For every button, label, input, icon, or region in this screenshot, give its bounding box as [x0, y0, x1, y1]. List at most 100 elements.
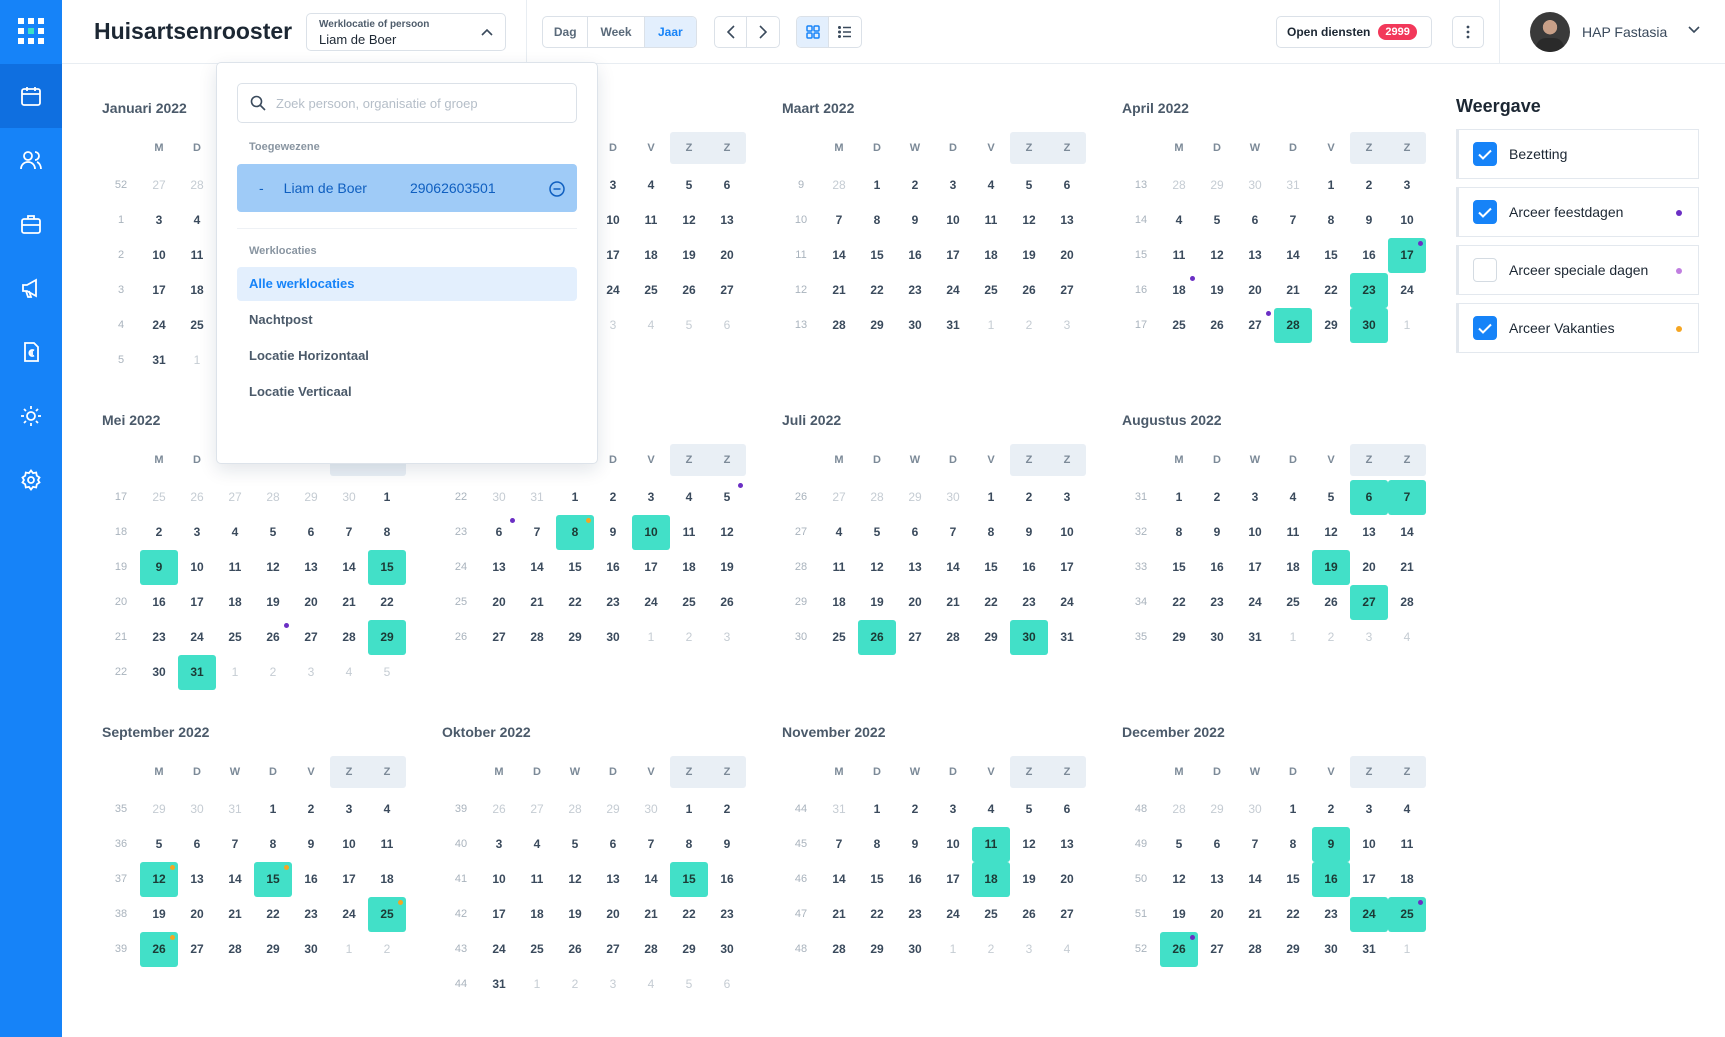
day-cell[interactable]: 3 [1350, 620, 1388, 655]
day-cell[interactable]: 1 [518, 967, 556, 1002]
day-cell[interactable]: 22 [858, 273, 896, 308]
day-cell[interactable]: 27 [594, 932, 632, 967]
day-cell[interactable]: 1 [858, 168, 896, 203]
day-cell[interactable]: 1 [1274, 792, 1312, 827]
day-cell[interactable]: 29 [1312, 308, 1350, 343]
day-cell[interactable]: 19 [670, 238, 708, 273]
day-cell[interactable]: 20 [292, 585, 330, 620]
day-cell[interactable]: 7 [1236, 827, 1274, 862]
day-cell[interactable]: 20 [480, 585, 518, 620]
day-cell[interactable]: 13 [480, 550, 518, 585]
day-cell[interactable]: 10 [632, 515, 670, 550]
day-cell[interactable]: 1 [368, 480, 406, 515]
day-cell[interactable]: 10 [934, 827, 972, 862]
day-cell[interactable]: 2 [594, 480, 632, 515]
day-cell[interactable]: 14 [1274, 238, 1312, 273]
day-cell[interactable]: 30 [1350, 308, 1388, 343]
day-cell[interactable]: 18 [820, 585, 858, 620]
day-cell[interactable]: 12 [556, 862, 594, 897]
day-cell[interactable]: 6 [708, 168, 746, 203]
day-cell[interactable]: 19 [1010, 862, 1048, 897]
day-cell[interactable]: 21 [330, 585, 368, 620]
checkbox[interactable] [1473, 258, 1497, 282]
day-cell[interactable]: 7 [820, 203, 858, 238]
day-cell[interactable]: 20 [1048, 238, 1086, 273]
day-cell[interactable]: 12 [1010, 203, 1048, 238]
day-cell[interactable]: 1 [632, 620, 670, 655]
day-cell[interactable]: 17 [934, 862, 972, 897]
day-cell[interactable]: 30 [632, 792, 670, 827]
view-day-button[interactable]: Dag [543, 17, 589, 47]
day-cell[interactable]: 8 [254, 827, 292, 862]
day-cell[interactable]: 14 [330, 550, 368, 585]
day-cell[interactable]: 26 [140, 932, 178, 967]
day-cell[interactable]: 22 [670, 897, 708, 932]
day-cell[interactable]: 27 [1236, 308, 1274, 343]
day-cell[interactable]: 14 [1388, 515, 1426, 550]
day-cell[interactable]: 23 [708, 897, 746, 932]
day-cell[interactable]: 10 [1236, 515, 1274, 550]
day-cell[interactable]: 6 [594, 827, 632, 862]
day-cell[interactable]: 18 [1388, 862, 1426, 897]
day-cell[interactable]: 30 [1010, 620, 1048, 655]
day-cell[interactable]: 28 [820, 168, 858, 203]
day-cell[interactable]: 23 [896, 897, 934, 932]
day-cell[interactable]: 5 [1010, 792, 1048, 827]
day-cell[interactable]: 18 [178, 273, 216, 308]
day-cell[interactable]: 9 [1198, 515, 1236, 550]
day-cell[interactable]: 6 [1350, 480, 1388, 515]
day-cell[interactable]: 7 [216, 827, 254, 862]
day-cell[interactable]: 29 [1274, 932, 1312, 967]
nav-briefcase[interactable] [0, 192, 62, 256]
open-shifts-button[interactable]: Open diensten 2999 [1276, 16, 1432, 48]
day-cell[interactable]: 17 [1388, 238, 1426, 273]
day-cell[interactable]: 11 [670, 515, 708, 550]
day-cell[interactable]: 31 [1350, 932, 1388, 967]
day-cell[interactable]: 12 [1010, 827, 1048, 862]
day-cell[interactable]: 10 [178, 550, 216, 585]
day-cell[interactable]: 4 [1048, 932, 1086, 967]
day-cell[interactable]: 26 [178, 480, 216, 515]
day-cell[interactable]: 12 [670, 203, 708, 238]
day-cell[interactable]: 15 [368, 550, 406, 585]
day-cell[interactable]: 25 [216, 620, 254, 655]
nav-holidays[interactable] [0, 384, 62, 448]
day-cell[interactable]: 28 [254, 480, 292, 515]
day-cell[interactable]: 3 [934, 168, 972, 203]
day-cell[interactable]: 1 [178, 343, 216, 378]
day-cell[interactable]: 2 [140, 515, 178, 550]
day-cell[interactable]: 27 [1198, 932, 1236, 967]
checkbox[interactable] [1473, 142, 1497, 166]
day-cell[interactable]: 31 [518, 480, 556, 515]
day-cell[interactable]: 6 [708, 308, 746, 343]
day-cell[interactable]: 21 [216, 897, 254, 932]
day-cell[interactable]: 3 [594, 308, 632, 343]
day-cell[interactable]: 31 [1236, 620, 1274, 655]
day-cell[interactable]: 3 [594, 967, 632, 1002]
day-cell[interactable]: 9 [292, 827, 330, 862]
day-cell[interactable]: 5 [368, 655, 406, 690]
day-cell[interactable]: 4 [368, 792, 406, 827]
day-cell[interactable]: 8 [670, 827, 708, 862]
day-cell[interactable]: 23 [896, 273, 934, 308]
day-cell[interactable]: 28 [518, 620, 556, 655]
day-cell[interactable]: 3 [480, 827, 518, 862]
grid-view-button[interactable] [797, 17, 830, 47]
day-cell[interactable]: 4 [820, 515, 858, 550]
view-option[interactable]: Arceer Vakanties [1456, 303, 1699, 353]
day-cell[interactable]: 30 [1236, 792, 1274, 827]
day-cell[interactable]: 30 [1312, 932, 1350, 967]
day-cell[interactable]: 20 [178, 897, 216, 932]
day-cell[interactable]: 20 [708, 238, 746, 273]
day-cell[interactable]: 28 [556, 792, 594, 827]
day-cell[interactable]: 9 [708, 827, 746, 862]
day-cell[interactable]: 6 [480, 515, 518, 550]
day-cell[interactable]: 4 [1274, 480, 1312, 515]
day-cell[interactable]: 5 [670, 308, 708, 343]
day-cell[interactable]: 6 [292, 515, 330, 550]
day-cell[interactable]: 4 [632, 967, 670, 1002]
day-cell[interactable]: 23 [1312, 897, 1350, 932]
day-cell[interactable]: 25 [1274, 585, 1312, 620]
day-cell[interactable]: 17 [594, 238, 632, 273]
day-cell[interactable]: 3 [1048, 480, 1086, 515]
